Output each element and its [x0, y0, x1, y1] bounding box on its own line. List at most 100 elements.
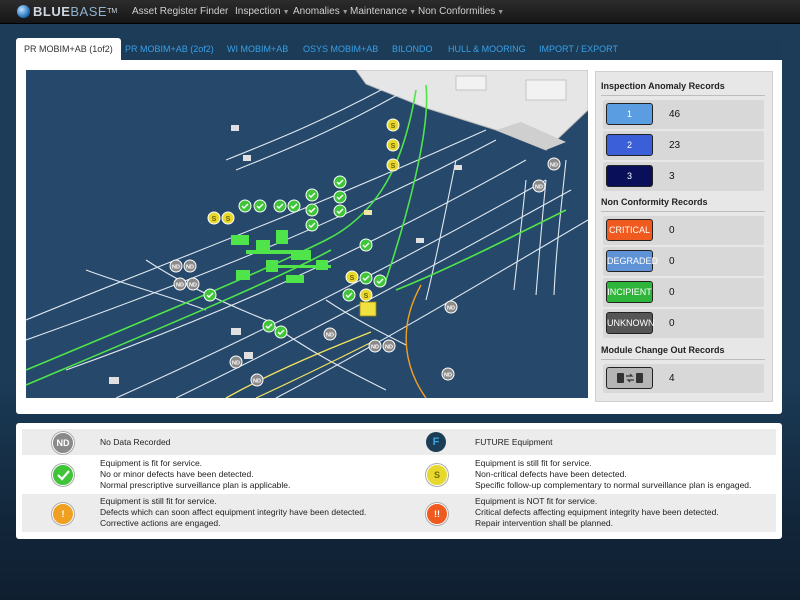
divider [601, 359, 765, 360]
anomaly-row-1: 1 46 [603, 100, 764, 129]
nav-non-conformities-label: Non Conformities [418, 6, 496, 17]
nav-anomalies-label: Anomalies [293, 6, 340, 17]
tab-osys-mobim[interactable]: OSYS MOBIM+AB [295, 38, 386, 60]
chevron-down-icon: ▼ [341, 9, 349, 16]
check-marker-icon [305, 188, 319, 202]
yellow-manifold [359, 301, 377, 317]
legend-no-data-text: No Data Recorded [100, 437, 171, 447]
module-change-out-button[interactable] [606, 367, 653, 389]
nav-maintenance-menu[interactable]: Maintenance ▼ [350, 0, 416, 23]
nd-marker-label: ND [232, 361, 240, 367]
fpso-deck-module [525, 79, 567, 101]
nd-marker-icon: ND [229, 355, 243, 369]
nc-degraded-button[interactable]: DEGRADED [606, 250, 658, 272]
legend-row: ND No Data Recorded F FUTURE Equipment [22, 429, 776, 455]
nd-marker-label: ND [385, 345, 393, 351]
s-marker-icon: S [386, 138, 400, 152]
warning-icon: ! [52, 503, 74, 525]
check-icon [52, 464, 74, 486]
legend-s-line3: Specific follow-up complementary to norm… [475, 480, 752, 490]
s-marker-icon: S [386, 158, 400, 172]
s-marker-label: S [391, 143, 396, 150]
check-marker-icon [273, 199, 287, 213]
check-marker-icon [342, 288, 356, 302]
s-marker-icon: S [221, 211, 235, 225]
nd-marker-icon: ND [532, 179, 546, 193]
tab-import-export[interactable]: IMPORT / EXPORT [531, 38, 626, 60]
divider [601, 211, 765, 212]
check-marker-icon [333, 190, 347, 204]
nc-row-critical: CRITICAL 0 [603, 216, 764, 245]
anomaly-row-2: 2 23 [603, 131, 764, 160]
tab-pr-mobim-1of2[interactable]: PR MOBIM+AB (1of2) [16, 38, 121, 60]
nav-finder[interactable]: Finder [200, 0, 228, 23]
tab-bilondo[interactable]: BILONDO [384, 38, 441, 60]
nav-inspection-menu[interactable]: Inspection ▼ [235, 0, 290, 23]
brand-logo[interactable]: BLUEBASE TM [17, 3, 117, 19]
top-navbar: BLUEBASE TM Asset Register Finder Inspec… [0, 0, 800, 24]
fpso-deck-module [455, 75, 487, 91]
anomaly-level-2-count: 23 [669, 140, 681, 151]
s-marker-label: S [364, 293, 369, 300]
s-marker-label: S [212, 216, 217, 223]
module-swap-icon [616, 373, 643, 383]
nd-marker-icon: ND [368, 339, 382, 353]
anomaly-row-3: 3 3 [603, 162, 764, 191]
non-conformity-title: Non Conformity Records [601, 197, 708, 207]
future-equipment-icon: F [426, 432, 446, 452]
nc-critical-button[interactable]: CRITICAL [606, 219, 653, 241]
check-marker-icon [274, 325, 288, 339]
nc-unknown-count: 0 [669, 318, 675, 329]
legend-critical-line3: Repair intervention shall be planned. [475, 518, 613, 528]
legend-fit-line2: No or minor defects have been detected. [100, 469, 254, 479]
nc-incipient-button[interactable]: INCIPIENT [606, 281, 653, 303]
nd-marker-icon: ND [323, 327, 337, 341]
tab-bar: PR MOBIM+AB (1of2) PR MOBIM+AB (2of2) WI… [16, 38, 782, 60]
legend-s-line2: Non-critical defects have been detected. [475, 469, 627, 479]
legend-future-text: FUTURE Equipment [475, 437, 553, 447]
s-marker-label: S [391, 123, 396, 130]
check-marker-icon [238, 199, 252, 213]
check-marker-icon [359, 238, 373, 252]
nd-marker-label: ND [550, 163, 558, 169]
anomaly-level-3-button[interactable]: 3 [606, 165, 653, 187]
tab-pr-mobim-2of2[interactable]: PR MOBIM+AB (2of2) [117, 38, 222, 60]
s-marker-label: S [391, 163, 396, 170]
brand-trademark: TM [107, 7, 118, 15]
anomaly-level-1-count: 46 [669, 109, 681, 120]
nd-marker-icon: ND [186, 277, 200, 291]
legend-fit-line3: Normal prescriptive surveillance plan is… [100, 480, 291, 490]
anomaly-level-1-button[interactable]: 1 [606, 103, 653, 125]
anomaly-level-3-count: 3 [669, 171, 675, 182]
module-change-out-title: Module Change Out Records [601, 345, 725, 355]
nav-asset-register[interactable]: Asset Register [132, 0, 197, 23]
nd-marker-label: ND [447, 306, 455, 312]
check-marker-icon [305, 218, 319, 232]
s-marker-icon: S [359, 288, 373, 302]
legend-critical-line2: Critical defects affecting equipment int… [475, 507, 719, 517]
anomaly-level-2-button[interactable]: 2 [606, 134, 653, 156]
nc-degraded-count: 0 [669, 256, 675, 267]
main-panel: PR MOBIM+AB (1of2) PR MOBIM+AB (2of2) WI… [16, 38, 782, 414]
check-marker-icon [333, 204, 347, 218]
nd-marker-icon: ND [444, 300, 458, 314]
subsea-field-viewport[interactable]: S S S S S S S ND ND ND ND ND ND ND ND ND… [26, 70, 588, 398]
nc-unknown-button[interactable]: UNKNOWN [606, 312, 655, 334]
check-marker-icon [305, 203, 319, 217]
nd-marker-label: ND [444, 373, 452, 379]
nav-anomalies-menu[interactable]: Anomalies ▼ [293, 0, 349, 23]
nd-marker-label: ND [326, 333, 334, 339]
tab-hull-mooring[interactable]: HULL & MOORING [440, 38, 534, 60]
tab-wi-mobim[interactable]: WI MOBIM+AB [219, 38, 296, 60]
nd-marker-icon: ND [169, 259, 183, 273]
nav-non-conformities-menu[interactable]: Non Conformities ▼ [418, 0, 504, 23]
nc-row-degraded: DEGRADED 0 [603, 247, 764, 276]
check-marker-icon [262, 319, 276, 333]
legend-warning-line2: Defects which can soon affect equipment … [100, 507, 367, 517]
nd-marker-icon: ND [441, 367, 455, 381]
nc-row-incipient: INCIPIENT 0 [603, 278, 764, 307]
critical-icon: !! [426, 503, 448, 525]
check-marker-icon [287, 199, 301, 213]
nav-maintenance-label: Maintenance [350, 6, 408, 17]
nd-marker-label: ND [176, 283, 184, 289]
